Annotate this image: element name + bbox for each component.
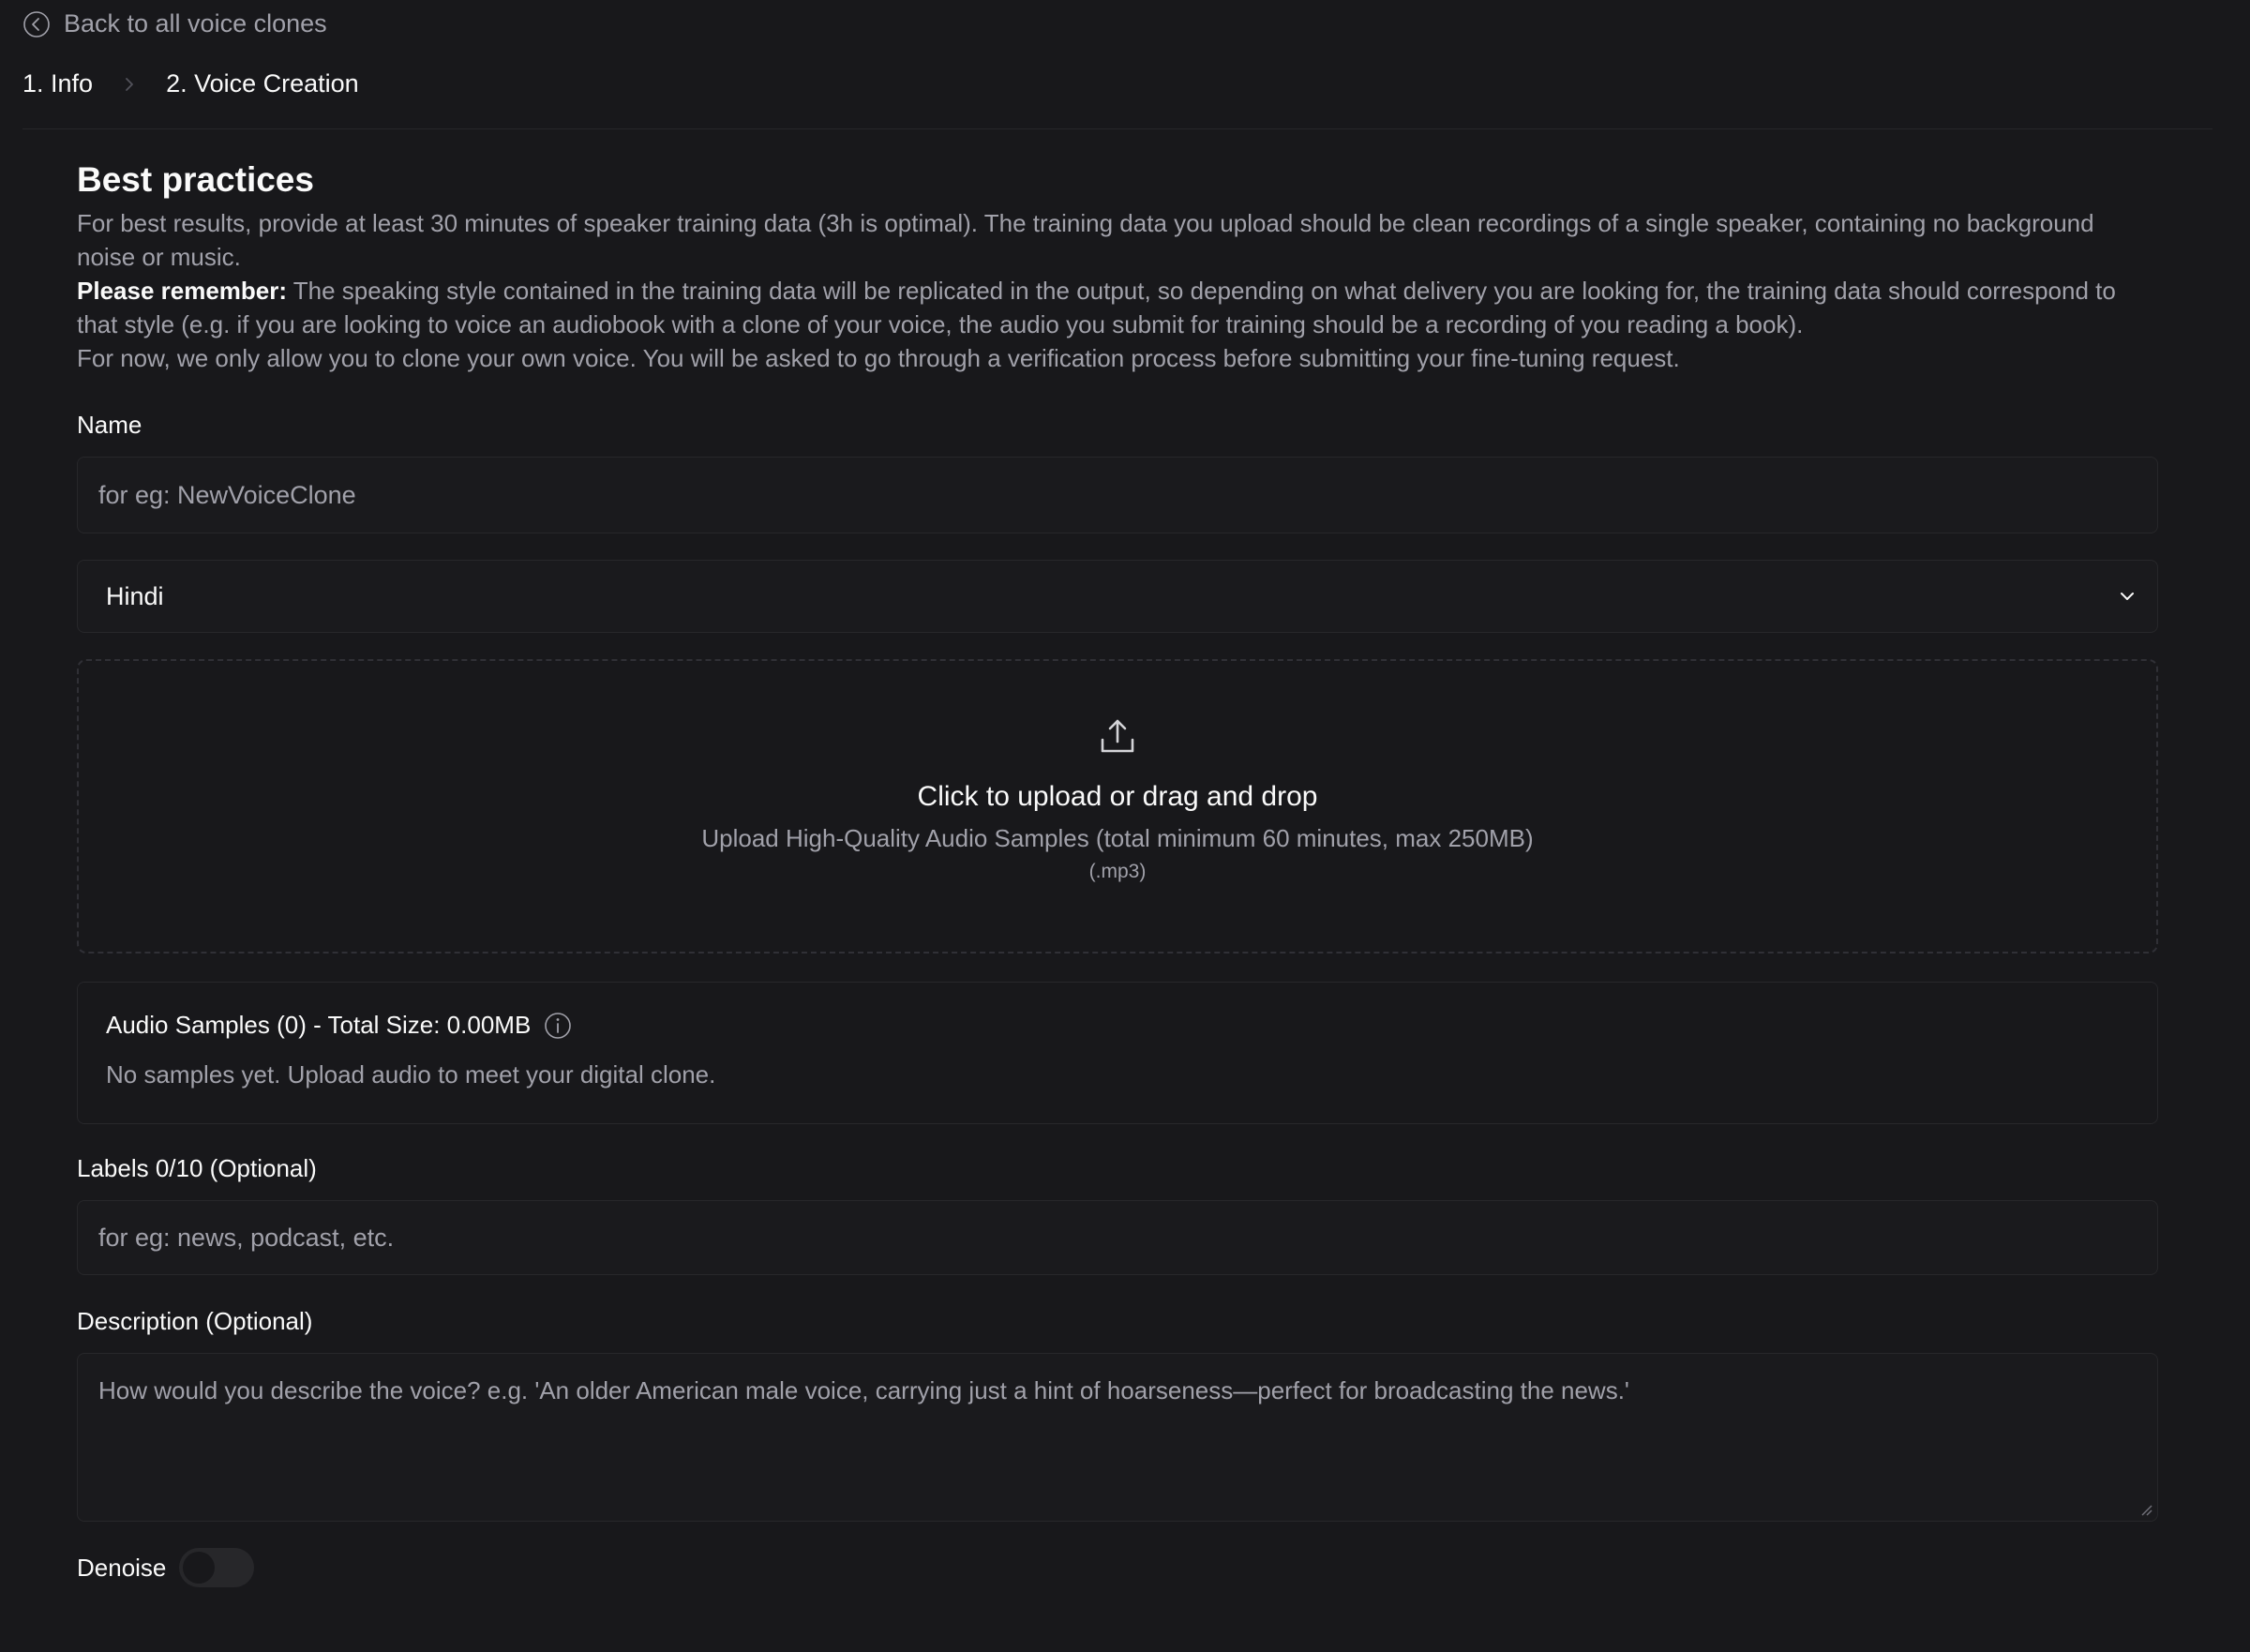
description-placeholder: How would you describe the voice? e.g. '… <box>98 1376 1629 1404</box>
chevron-right-icon <box>119 74 140 95</box>
name-label: Name <box>77 411 142 439</box>
header-divider <box>22 128 2212 129</box>
remember-line2: For now, we only allow you to clone your… <box>77 344 1680 372</box>
best-practices-text: For best results, provide at least 30 mi… <box>77 209 2094 271</box>
chevron-down-icon <box>2116 585 2138 608</box>
toggle-knob <box>183 1552 216 1584</box>
name-input[interactable]: for eg: NewVoiceClone <box>77 457 2158 533</box>
audio-samples-empty-text: No samples yet. Upload audio to meet you… <box>106 1060 716 1089</box>
remember-bold: Please remember: <box>77 277 288 305</box>
upload-title: Click to upload or drag and drop <box>917 781 1318 812</box>
description-textarea[interactable]: How would you describe the voice? e.g. '… <box>77 1353 2158 1522</box>
audio-upload-dropzone[interactable]: Click to upload or drag and drop Upload … <box>77 659 2158 954</box>
voice-clone-page: Back to all voice clones 1. Info 2. Voic… <box>0 0 2250 1652</box>
step-info[interactable]: 1. Info <box>22 69 93 98</box>
labels-label: Labels 0/10 (Optional) <box>77 1154 317 1182</box>
audio-samples-title: Audio Samples (0) - Total Size: 0.00MB <box>106 1011 532 1039</box>
step-breadcrumb: 1. Info 2. Voice Creation <box>22 69 359 98</box>
upload-icon <box>1097 715 1138 757</box>
labels-placeholder: for eg: news, podcast, etc. <box>98 1223 395 1252</box>
denoise-label: Denoise <box>77 1553 167 1582</box>
labels-input[interactable]: for eg: news, podcast, etc. <box>77 1200 2158 1275</box>
description-label: Description (Optional) <box>77 1307 313 1335</box>
chevron-left-circle-icon <box>22 10 51 38</box>
language-value: Hindi <box>106 581 164 610</box>
upload-extension: (.mp3) <box>1088 861 1147 882</box>
upload-subtitle: Upload High-Quality Audio Samples (total… <box>701 824 1534 852</box>
name-placeholder: for eg: NewVoiceClone <box>98 480 356 509</box>
remember-text: Please remember: The speaking style cont… <box>77 274 2158 375</box>
denoise-row: Denoise <box>77 1548 2158 1587</box>
audio-samples-header: Audio Samples (0) - Total Size: 0.00MB <box>106 1011 2129 1040</box>
audio-samples-panel: Audio Samples (0) - Total Size: 0.00MB N… <box>77 982 2158 1124</box>
language-select[interactable]: Hindi <box>77 560 2158 633</box>
best-practices-title: Best practices <box>77 160 314 199</box>
info-icon[interactable] <box>544 1012 572 1040</box>
step-voice-creation[interactable]: 2. Voice Creation <box>166 69 359 98</box>
back-link-label: Back to all voice clones <box>64 9 327 38</box>
denoise-toggle[interactable] <box>179 1548 255 1587</box>
main-content: Best practices For best results, provide… <box>77 154 2158 1587</box>
resize-handle-icon[interactable] <box>2138 1502 2153 1517</box>
back-to-voice-clones-link[interactable]: Back to all voice clones <box>22 9 327 38</box>
remember-body: The speaking style contained in the trai… <box>77 277 2116 338</box>
